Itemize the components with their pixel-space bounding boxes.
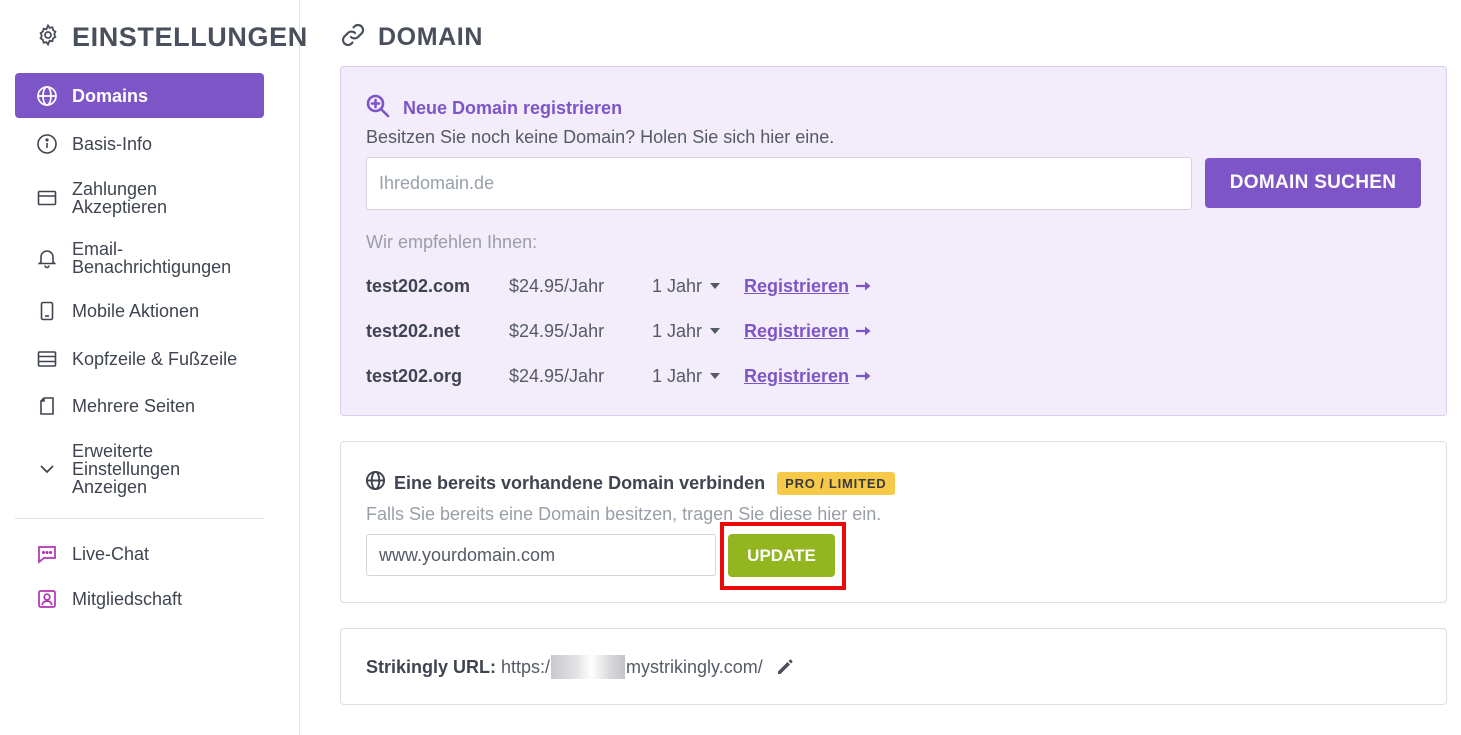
sidebar-item-mitgliedschaft[interactable]: Mitgliedschaft	[15, 587, 264, 611]
register-label: Registrieren	[744, 320, 850, 341]
mobile-icon	[36, 300, 58, 322]
existing-domain-card: Eine bereits vorhandene Domain verbinden…	[340, 441, 1447, 603]
url-suffix: mystrikingly.com/	[626, 656, 763, 677]
recommend-price: $24.95/Jahr	[509, 320, 605, 341]
update-button[interactable]: UPDATE	[728, 534, 835, 577]
card-icon	[36, 187, 58, 209]
arrow-right-icon	[855, 366, 871, 387]
redacted-subdomain	[551, 655, 626, 679]
caret-down-icon	[710, 373, 721, 379]
strikingly-url-label: Strikingly URL:	[366, 656, 497, 677]
register-link[interactable]: Registrieren	[744, 276, 871, 297]
bell-icon	[36, 247, 58, 269]
sidebar-item-live-chat[interactable]: Live-Chat	[15, 542, 264, 566]
recommend-domain: test202.com	[366, 275, 471, 296]
register-link[interactable]: Registrieren	[744, 366, 871, 387]
settings-header: EINSTELLUNGEN	[36, 22, 308, 53]
sidebar-item-domains[interactable]: Domains	[15, 73, 264, 118]
existing-domain-title: Eine bereits vorhandene Domain verbinden	[394, 472, 766, 493]
register-label: Registrieren	[744, 365, 850, 386]
term-value: 1 Jahr	[652, 320, 703, 341]
sidebar-item-label: Email- Benachrichtigungen	[72, 239, 232, 277]
pencil-icon[interactable]	[775, 657, 795, 677]
sidebar: EINSTELLUNGEN Domains Basis-Info Zahlung…	[0, 0, 307, 735]
term-value: 1 Jahr	[652, 275, 703, 296]
chat-icon	[36, 543, 58, 565]
sidebar-item-label: Erweiterte Einstellungen Anzeigen	[72, 441, 181, 497]
strikingly-url-card: Strikingly URL: https:/ mystrikingly.com…	[340, 628, 1447, 705]
search-plus-icon	[365, 93, 391, 124]
recommend-domain: test202.net	[366, 320, 461, 341]
url-prefix: https:/	[501, 656, 551, 677]
recommend-label: Wir empfehlen Ihnen:	[366, 232, 538, 252]
sidebar-item-kopfzeile[interactable]: Kopfzeile & Fußzeile	[15, 347, 264, 371]
term-dropdown[interactable]: 1 Jahr	[652, 365, 721, 387]
domain-search-input[interactable]: Ihredomain.de	[366, 157, 1192, 210]
register-label: Registrieren	[744, 275, 850, 296]
sidebar-item-seiten[interactable]: Mehrere Seiten	[15, 394, 264, 418]
sidebar-item-label: Mitgliedschaft	[72, 589, 183, 609]
page-title-text: DOMAIN	[378, 23, 483, 51]
arrow-right-icon	[855, 276, 871, 297]
member-icon	[36, 588, 58, 610]
info-icon	[36, 133, 58, 155]
term-value: 1 Jahr	[652, 365, 703, 386]
page-title: DOMAIN	[340, 22, 483, 53]
sidebar-item-label: Mobile Aktionen	[72, 301, 200, 321]
sidebar-item-mobile[interactable]: Mobile Aktionen	[15, 299, 264, 323]
recommend-domain: test202.org	[366, 365, 463, 386]
globe-icon	[365, 470, 386, 496]
layout-icon	[36, 348, 58, 370]
gear-icon	[36, 23, 60, 52]
sidebar-item-basis-info[interactable]: Basis-Info	[15, 132, 264, 156]
sidebar-item-email[interactable]: Email- Benachrichtigungen	[15, 240, 264, 276]
sidebar-item-label: Basis-Info	[72, 134, 153, 154]
pages-icon	[36, 395, 58, 417]
sidebar-divider	[15, 518, 264, 519]
new-domain-card: Neue Domain registrieren Besitzen Sie no…	[340, 66, 1447, 416]
sidebar-item-label: Mehrere Seiten	[72, 396, 196, 416]
caret-down-icon	[710, 283, 721, 289]
pro-badge: PRO / LIMITED	[777, 471, 895, 495]
sidebar-item-label: Domains	[72, 85, 149, 106]
sidebar-item-label: Live-Chat	[72, 544, 150, 564]
recommend-price: $24.95/Jahr	[509, 365, 605, 386]
globe-icon	[36, 85, 58, 107]
sidebar-title: EINSTELLUNGEN	[72, 22, 308, 52]
caret-down-icon	[710, 328, 721, 334]
sidebar-item-erweiterte[interactable]: Erweiterte Einstellungen Anzeigen	[15, 442, 264, 496]
term-dropdown[interactable]: 1 Jahr	[652, 275, 721, 297]
new-domain-heading: Neue Domain registrieren	[365, 93, 622, 124]
new-domain-subtitle: Besitzen Sie noch keine Domain? Holen Si…	[366, 127, 835, 147]
arrow-right-icon	[855, 321, 871, 342]
domain-search-button[interactable]: DOMAIN SUCHEN	[1205, 158, 1421, 208]
sidebar-item-label: Kopfzeile & Fußzeile	[72, 349, 238, 369]
chevron-down-icon	[36, 458, 58, 480]
recommend-price: $24.95/Jahr	[509, 275, 605, 296]
term-dropdown[interactable]: 1 Jahr	[652, 320, 721, 342]
sidebar-item-zahlungen[interactable]: Zahlungen Akzeptieren	[15, 180, 264, 216]
register-link[interactable]: Registrieren	[744, 321, 871, 342]
existing-domain-input[interactable]: www.yourdomain.com	[366, 534, 716, 576]
existing-domain-heading: Eine bereits vorhandene Domain verbinden…	[365, 470, 895, 496]
sidebar-item-label: Zahlungen Akzeptieren	[72, 179, 168, 217]
strikingly-url-row: Strikingly URL: https:/ mystrikingly.com…	[366, 655, 795, 679]
link-icon	[340, 22, 366, 53]
new-domain-title: Neue Domain registrieren	[403, 98, 623, 118]
